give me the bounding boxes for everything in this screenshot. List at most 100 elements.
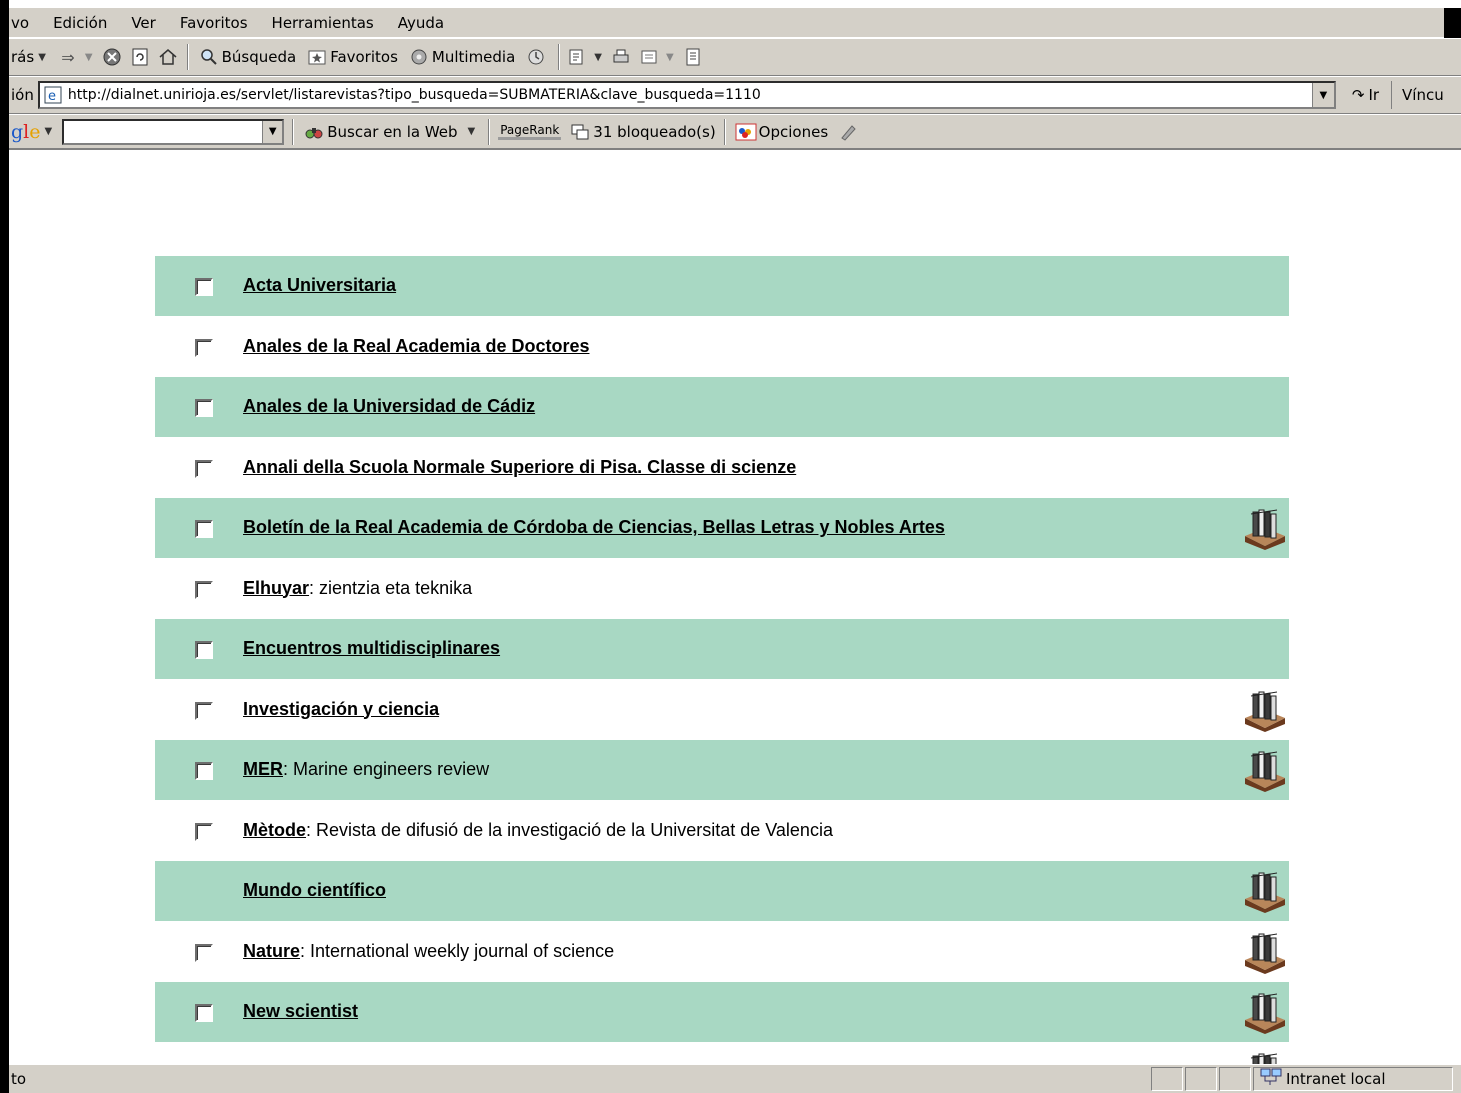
journal-checkbox[interactable]	[195, 762, 213, 780]
journal-row: Encuentros multidisciplinares	[155, 619, 1289, 679]
menu-view[interactable]: Ver	[119, 14, 168, 32]
journal-checkbox[interactable]	[195, 641, 213, 659]
print-button[interactable]	[608, 42, 636, 72]
journal-title: New scientist	[243, 1001, 358, 1022]
forward-dropdown-icon[interactable]: ▼	[85, 52, 93, 63]
options-icon	[735, 121, 757, 143]
mail-icon	[566, 46, 588, 68]
journal-checkbox[interactable]	[195, 822, 213, 841]
search-icon	[198, 46, 220, 68]
favorites-button[interactable]: Favoritos	[301, 42, 403, 72]
toolbar-separator	[558, 44, 561, 70]
go-button[interactable]: ↷ Ir	[1336, 86, 1391, 104]
google-search-input[interactable]: ▼	[62, 118, 285, 145]
journal-link[interactable]: Mundo científico	[243, 880, 386, 900]
journal-row: New scientist	[155, 982, 1289, 1042]
links-toolbar[interactable]: Víncu	[1391, 81, 1444, 109]
options-label: Opciones	[758, 122, 829, 141]
address-dropdown-icon[interactable]: ▼	[1311, 83, 1334, 107]
mail-button[interactable]: ▼	[564, 42, 608, 72]
home-button[interactable]	[155, 42, 183, 72]
journal-link[interactable]: MER	[243, 759, 283, 779]
journal-subtitle: : International weekly journal of scienc…	[300, 940, 615, 961]
edit-dropdown-icon[interactable]: ▼	[666, 52, 674, 63]
journal-link[interactable]: Investigación y ciencia	[243, 699, 439, 719]
journal-link[interactable]: Anales de la Real Academia de Doctores	[243, 336, 589, 356]
page-content: Acta Universitaria Anales de la Real Acad…	[9, 152, 1461, 1064]
history-button[interactable]	[520, 42, 554, 72]
journal-checkbox[interactable]	[195, 943, 213, 962]
journal-checkbox[interactable]	[195, 399, 213, 417]
menu-favorites[interactable]: Favoritos	[168, 14, 260, 32]
journal-row: MER: Marine engineers review	[155, 740, 1289, 800]
options-button[interactable]: Opciones	[730, 117, 833, 147]
library-books-icon[interactable]	[1241, 688, 1289, 732]
journal-link[interactable]: Elhuyar	[243, 578, 309, 598]
journal-link[interactable]: Acta Universitaria	[243, 275, 396, 295]
popup-blocker-button[interactable]: 31 bloqueado(s)	[569, 117, 719, 147]
google-logo[interactable]: gle	[9, 121, 41, 143]
journal-checkbox[interactable]	[195, 701, 213, 720]
journal-row: Annali della Scuola Normale Superiore di…	[155, 438, 1289, 498]
library-books-icon[interactable]	[1241, 990, 1289, 1034]
media-button[interactable]: Multimedia	[403, 42, 520, 72]
journal-title: Encuentros multidisciplinares	[243, 638, 500, 659]
window-left-edge	[0, 0, 9, 1093]
edit-button[interactable]: ▼	[636, 42, 680, 72]
journal-checkbox[interactable]	[195, 338, 213, 357]
menu-edit[interactable]: Edición	[41, 14, 119, 32]
address-input[interactable]: e http://dialnet.unirioja.es/servlet/lis…	[37, 81, 1336, 109]
links-label: Víncu	[1402, 86, 1444, 104]
blocked-count-label: 31 bloqueado(s)	[593, 122, 716, 141]
journal-link[interactable]: Mètode	[243, 820, 306, 840]
journal-title: Elhuyar: zientzia eta teknika	[243, 578, 472, 599]
journal-link[interactable]: Encuentros multidisciplinares	[243, 638, 500, 658]
journal-link[interactable]: Boletín de la Real Academia de Córdoba d…	[243, 517, 945, 537]
media-icon	[408, 46, 430, 68]
library-books-icon[interactable]	[1241, 930, 1289, 974]
library-books-icon[interactable]	[1241, 506, 1289, 550]
mail-dropdown-icon[interactable]: ▼	[594, 52, 602, 63]
search-web-button[interactable]: Buscar en la Web ▼	[298, 117, 484, 147]
journal-row: Boletín de la Real Academia de Córdoba d…	[155, 498, 1289, 558]
journal-row: Mundo científico	[155, 861, 1289, 921]
discuss-button[interactable]	[680, 42, 708, 72]
pagerank-indicator[interactable]: PageRank	[498, 123, 562, 140]
journal-checkbox[interactable]	[195, 1004, 213, 1022]
back-dropdown-icon[interactable]: ▼	[38, 52, 46, 63]
back-button[interactable]: rás ▼	[9, 42, 55, 72]
stop-button[interactable]	[99, 42, 127, 72]
highlight-button[interactable]	[833, 117, 865, 147]
journal-checkbox[interactable]	[195, 459, 213, 478]
journal-link[interactable]: Annali della Scuola Normale Superiore di…	[243, 457, 796, 477]
address-url: http://dialnet.unirioja.es/servlet/lista…	[67, 87, 761, 103]
refresh-button[interactable]	[127, 42, 155, 72]
search-button[interactable]: Búsqueda	[193, 42, 302, 72]
journal-row: Acta Universitaria	[155, 256, 1289, 316]
journal-link[interactable]: Anales de la Universidad de Cádiz	[243, 396, 535, 416]
menu-help[interactable]: Ayuda	[386, 14, 456, 32]
journal-link[interactable]: New scientist	[243, 1001, 358, 1021]
security-zone: Intranet local	[1253, 1067, 1453, 1091]
library-books-icon[interactable]	[1241, 869, 1289, 913]
favorites-button-label: Favoritos	[330, 48, 398, 66]
search-web-dropdown-icon[interactable]: ▼	[468, 126, 476, 137]
google-menu-dropdown-icon[interactable]: ▼	[45, 126, 53, 137]
journal-checkbox[interactable]	[195, 278, 213, 296]
journal-row: Investigación y ciencia	[155, 680, 1289, 740]
google-search-dropdown-icon[interactable]: ▼	[262, 120, 283, 143]
journal-checkbox[interactable]	[195, 580, 213, 599]
library-books-icon[interactable]	[1241, 748, 1289, 792]
standard-toolbar: rás ▼ ⇒ ▼ Búsqueda Favoritos Multimedia …	[9, 38, 1461, 76]
journal-link[interactable]: Nature	[243, 941, 300, 961]
menu-tools[interactable]: Herramientas	[260, 14, 386, 32]
address-label: ión	[11, 86, 34, 104]
menu-file[interactable]: vo	[9, 14, 41, 32]
journal-title: Anales de la Real Academia de Doctores	[243, 336, 589, 357]
library-books-icon	[1241, 1050, 1289, 1064]
forward-button[interactable]: ⇒ ▼	[55, 42, 99, 72]
search-web-label: Buscar en la Web	[327, 122, 458, 141]
journal-checkbox[interactable]	[195, 520, 213, 538]
print-icon	[610, 46, 632, 68]
status-cell	[1151, 1067, 1183, 1091]
